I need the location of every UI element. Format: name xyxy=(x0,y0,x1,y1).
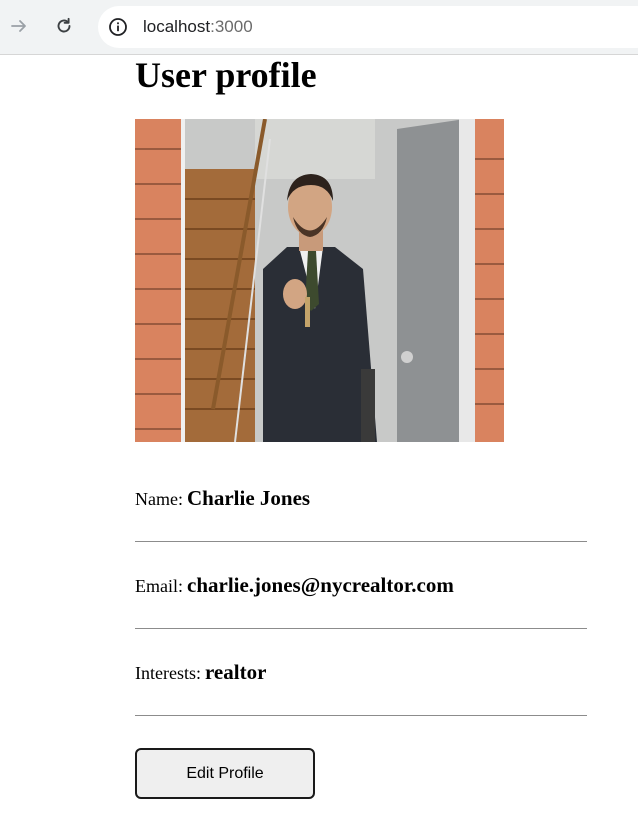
interests-value: realtor xyxy=(204,660,267,684)
divider xyxy=(135,715,587,716)
name-label: Name: xyxy=(135,489,183,509)
interests-label: Interests: xyxy=(135,663,201,683)
browser-toolbar: localhost:3000 xyxy=(0,0,638,55)
name-value: Charlie Jones xyxy=(186,486,311,510)
profile-photo xyxy=(135,119,504,442)
page-title: User profile xyxy=(135,55,317,95)
back-button[interactable] xyxy=(4,11,34,41)
info-icon[interactable] xyxy=(108,17,128,37)
url-port: :3000 xyxy=(210,17,253,36)
url-text: localhost:3000 xyxy=(143,15,253,39)
address-bar[interactable]: localhost:3000 xyxy=(98,6,638,48)
edit-profile-button[interactable]: Edit Profile xyxy=(135,748,315,799)
email-label: Email: xyxy=(135,576,183,596)
email-value: charlie.jones@nycrealtor.com xyxy=(187,573,454,597)
reload-icon xyxy=(57,17,71,33)
arrow-right-icon xyxy=(11,20,26,32)
url-host: localhost xyxy=(143,17,211,36)
divider xyxy=(135,628,587,629)
reload-button[interactable] xyxy=(49,11,79,41)
divider xyxy=(135,541,587,542)
